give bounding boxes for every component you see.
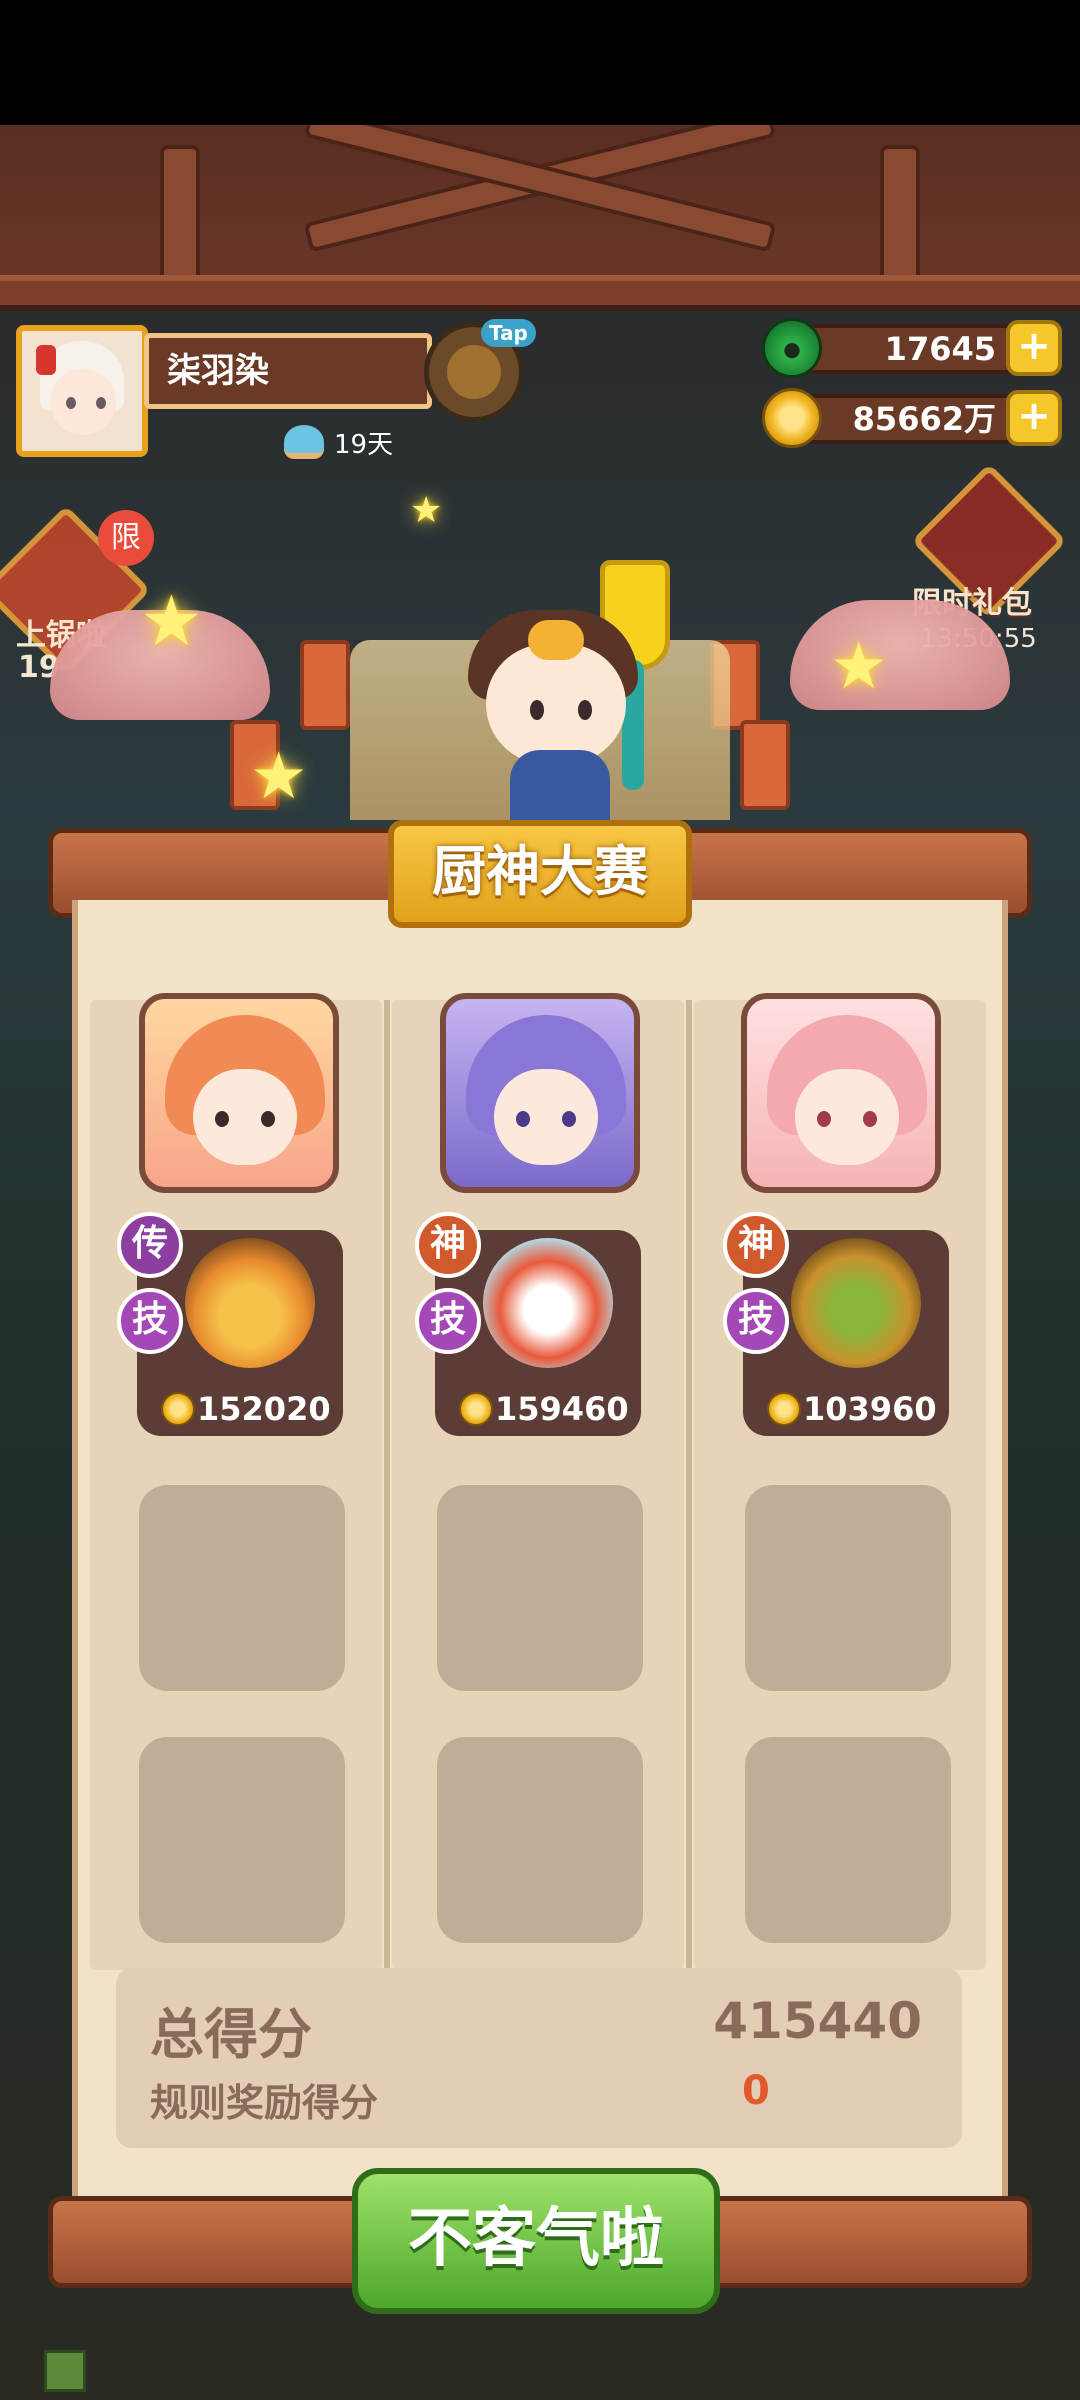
empty-dish-slot[interactable]: [437, 1737, 643, 1943]
chef-eye: [578, 700, 592, 720]
empty-dish-slot[interactable]: [745, 1485, 951, 1691]
portrait-eye: [516, 1111, 530, 1127]
dish-price-value: 103960: [803, 1390, 937, 1428]
avatar-eye: [96, 397, 106, 409]
score-panel: 总得分 415440 规则奖励得分 0: [116, 1968, 962, 2148]
portrait-face: [494, 1069, 598, 1165]
dish-price-value: 159460: [495, 1390, 629, 1428]
portrait-eye: [817, 1111, 831, 1127]
confirm-button[interactable]: 不客气啦: [352, 2168, 720, 2314]
chef-stage: ★ ★ ★ ★: [50, 490, 1030, 850]
status-bar: [0, 0, 1080, 125]
bonus-score-value: 0: [742, 2068, 770, 2114]
chef-portrait-3[interactable]: [741, 993, 941, 1193]
avatar-ribbon: [36, 345, 56, 375]
chef-portrait-2[interactable]: [440, 993, 640, 1193]
portrait-eye: [863, 1111, 877, 1127]
coin-small-icon: [161, 1392, 195, 1426]
player-name: 柒羽染: [144, 333, 432, 409]
lane-divider: [384, 1000, 390, 1970]
days-icon: [284, 425, 324, 459]
avatar-eye: [66, 397, 76, 409]
player-panel[interactable]: 柒羽染: [16, 325, 432, 457]
contest-title: 厨神大赛: [388, 820, 692, 928]
empty-dish-slot[interactable]: [437, 1485, 643, 1691]
chef-portrait-1[interactable]: [139, 993, 339, 1193]
total-score-value: 415440: [713, 1992, 922, 2050]
tap-label: Tap: [481, 319, 536, 347]
chef-crown: [528, 620, 584, 660]
skill-badge: 技: [117, 1288, 183, 1354]
empty-dish-slot[interactable]: [745, 1737, 951, 1943]
star-icon: ★: [250, 740, 308, 814]
corner-indicator: [44, 2350, 86, 2392]
login-days: 19天: [284, 422, 393, 462]
total-score-label: 总得分: [150, 2003, 312, 2066]
days-text: 19天: [334, 429, 394, 460]
jade-amount: 17645: [784, 324, 1044, 374]
jade-icon: [762, 318, 822, 378]
jade-currency: 17645 +: [762, 318, 1062, 378]
roof-beam: [880, 145, 920, 295]
skill-badge: 技: [415, 1288, 481, 1354]
lane-divider: [686, 1000, 692, 1970]
add-coins-button[interactable]: +: [1006, 390, 1062, 446]
dish-price-value: 152020: [197, 1390, 331, 1428]
empty-dish-slot[interactable]: [139, 1737, 345, 1943]
chef-eye: [530, 700, 544, 720]
dish-image: [791, 1238, 921, 1368]
fence-post: [300, 640, 350, 730]
portrait-face: [795, 1069, 899, 1165]
dish-image: [185, 1238, 315, 1368]
coin-currency: 85662万 +: [762, 388, 1062, 448]
coin-amount: 85662万: [784, 394, 1044, 444]
portrait-eye: [562, 1111, 576, 1127]
empty-dish-slot[interactable]: [139, 1485, 345, 1691]
portrait-face: [193, 1069, 297, 1165]
rank-badge: 传: [117, 1212, 183, 1278]
coin-icon: [762, 388, 822, 448]
winner-chef: [450, 560, 670, 840]
dish-price: 152020: [161, 1390, 331, 1428]
portrait-eye: [215, 1111, 229, 1127]
tap-button[interactable]: Tap: [424, 319, 536, 422]
rank-badge: 神: [723, 1212, 789, 1278]
player-avatar[interactable]: [16, 325, 148, 457]
roof-beam: [160, 145, 200, 295]
star-icon: ★: [410, 490, 443, 531]
star-icon: ★: [830, 630, 888, 704]
rank-badge: 神: [415, 1212, 481, 1278]
portrait-eye: [261, 1111, 275, 1127]
roof-floor: [0, 275, 1080, 311]
blossom-tree: [790, 600, 1010, 710]
tap-bun-icon: [447, 345, 501, 399]
fence-post: [740, 720, 790, 810]
bonus-score-label: 规则奖励得分: [150, 2081, 379, 2125]
add-jade-button[interactable]: +: [1006, 320, 1062, 376]
dish-price: 103960: [767, 1390, 937, 1428]
chef-face: [486, 644, 626, 764]
chef-body: [510, 750, 610, 830]
skill-badge: 技: [723, 1288, 789, 1354]
dish-price: 159460: [459, 1390, 629, 1428]
avatar-face: [50, 369, 116, 435]
dish-image: [483, 1238, 613, 1368]
roof: [0, 125, 1080, 311]
star-icon: ★: [140, 580, 203, 662]
coin-small-icon: [767, 1392, 801, 1426]
coin-small-icon: [459, 1392, 493, 1426]
